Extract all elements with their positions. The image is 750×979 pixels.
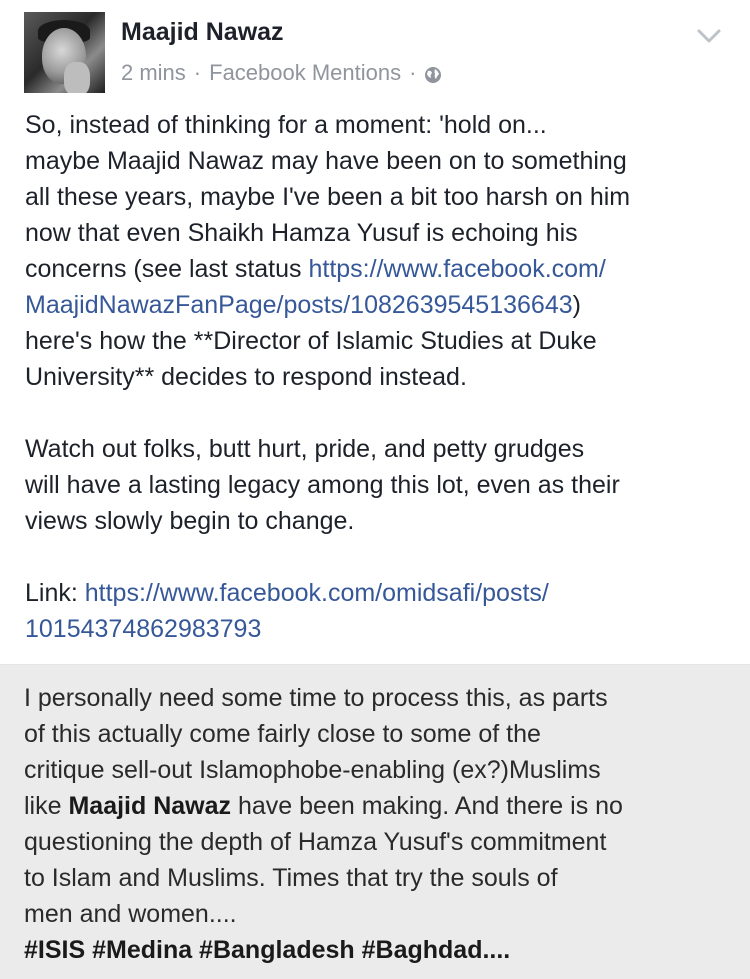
quote-line: men and women.... bbox=[24, 900, 237, 928]
post-text-line: concerns (see last status https://www.fa… bbox=[25, 251, 740, 287]
omidsafi-link-continued[interactable]: 10154374862983793 bbox=[25, 615, 261, 643]
quoted-text: I personally need some time to process t… bbox=[24, 680, 739, 968]
post-text-line: So, instead of thinking for a moment: 'h… bbox=[25, 111, 547, 139]
chevron-down-icon[interactable] bbox=[694, 26, 724, 46]
quote-line: critique sell-out Islamophobe-enabling (… bbox=[24, 756, 601, 784]
post-text-line: 10154374862983793 bbox=[25, 611, 740, 647]
omidsafi-link[interactable]: https://www.facebook.com/omidsafi/posts/ bbox=[85, 579, 549, 607]
globe-icon[interactable] bbox=[424, 64, 442, 83]
author-name[interactable]: Maajid Nawaz bbox=[121, 18, 284, 47]
post-text-line: now that even Shaikh Hamza Yusuf is echo… bbox=[25, 219, 578, 247]
link-label: Link: bbox=[25, 579, 85, 607]
hashtags: #ISIS #Medina #Bangladesh #Baghdad.... bbox=[24, 936, 511, 964]
mentioned-name: Maajid Nawaz bbox=[68, 792, 232, 820]
post-text-line: all these years, maybe I've been a bit t… bbox=[25, 183, 631, 211]
quote-hashtags: #ISIS #Medina #Bangladesh #Baghdad.... bbox=[24, 932, 739, 968]
status-link[interactable]: https://www.facebook.com/ bbox=[308, 255, 605, 283]
post-paragraph-2: Watch out folks, butt hurt, pride, and p… bbox=[25, 431, 740, 539]
quote-line: like Maajid Nawaz have been making. And … bbox=[24, 788, 739, 824]
facebook-post: Maajid Nawaz 2 mins · Facebook Mentions … bbox=[0, 0, 750, 979]
author-avatar[interactable] bbox=[24, 12, 105, 93]
post-text-line: views slowly begin to change. bbox=[25, 507, 355, 535]
post-source[interactable]: Facebook Mentions bbox=[209, 60, 401, 86]
post-text-line: MaajidNawazFanPage/posts/108263954513664… bbox=[25, 287, 740, 323]
avatar-hand bbox=[64, 62, 90, 93]
post-text-line: will have a lasting legacy among this lo… bbox=[25, 471, 620, 499]
post-text-line: University** decides to respond instead. bbox=[25, 363, 467, 391]
quote-line: of this actually come fairly close to so… bbox=[24, 720, 541, 748]
post-paragraph-3: Link: https://www.facebook.com/omidsafi/… bbox=[25, 575, 740, 647]
post-timestamp[interactable]: 2 mins bbox=[121, 60, 186, 86]
quote-line: to Islam and Muslims. Times that try the… bbox=[24, 864, 558, 892]
quote-line: questioning the depth of Hamza Yusuf's c… bbox=[24, 828, 607, 856]
quote-line: I personally need some time to process t… bbox=[24, 684, 608, 712]
quoted-image[interactable]: I personally need some time to process t… bbox=[0, 665, 750, 979]
meta-separator: · bbox=[409, 60, 417, 85]
quote-fragment: have been making. And there is no bbox=[231, 792, 623, 820]
quote-fragment: like bbox=[24, 792, 69, 820]
post-text-fragment: concerns (see last status bbox=[25, 255, 309, 283]
status-link-continued[interactable]: MaajidNawazFanPage/posts/108263954513664… bbox=[25, 291, 573, 319]
post-text-line: here's how the **Director of Islamic Stu… bbox=[25, 327, 597, 355]
post-paragraph-1: So, instead of thinking for a moment: 'h… bbox=[25, 107, 740, 395]
post-text-fragment: ) bbox=[572, 291, 581, 319]
post-meta: 2 mins · Facebook Mentions · bbox=[121, 60, 442, 86]
post-text-line: Watch out folks, butt hurt, pride, and p… bbox=[25, 435, 585, 463]
post-body: So, instead of thinking for a moment: 'h… bbox=[25, 107, 740, 683]
post-text-line: Link: https://www.facebook.com/omidsafi/… bbox=[25, 575, 740, 611]
meta-separator: · bbox=[193, 60, 202, 85]
post-text-line: maybe Maajid Nawaz may have been on to s… bbox=[25, 147, 627, 175]
